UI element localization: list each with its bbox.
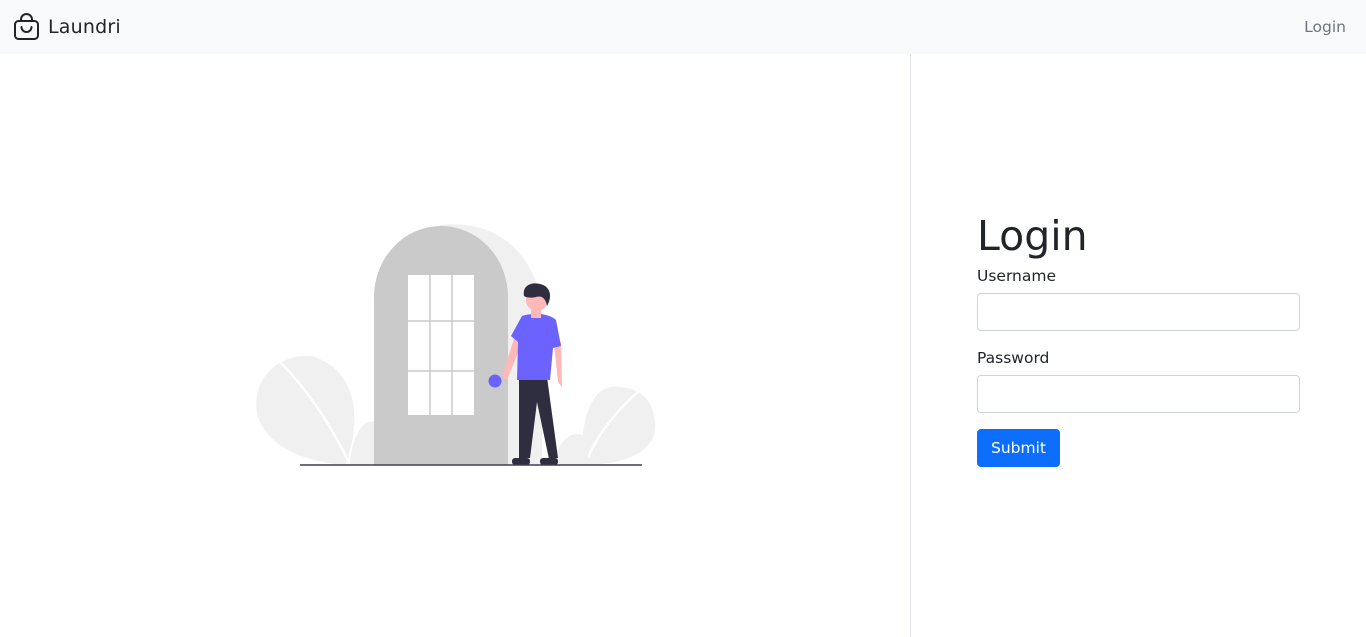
shopping-bag-icon <box>14 13 39 40</box>
submit-button[interactable]: Submit <box>977 429 1060 468</box>
username-label: Username <box>977 267 1057 286</box>
username-input[interactable] <box>977 293 1300 332</box>
brand-link[interactable]: Laundri <box>13 13 121 41</box>
password-label: Password <box>977 349 1050 368</box>
person-at-door-illustration <box>256 224 656 466</box>
password-input[interactable] <box>977 375 1300 414</box>
login-form: Login Username Password Submit <box>977 212 1300 468</box>
nav-login-link[interactable]: Login <box>1304 18 1346 36</box>
page-title: Login <box>977 212 1088 260</box>
brand-name: Laundri <box>48 16 121 38</box>
illustration-panel <box>0 54 911 637</box>
login-panel: Login Username Password Submit <box>912 54 1366 637</box>
navbar: Laundri Login <box>0 0 1366 54</box>
